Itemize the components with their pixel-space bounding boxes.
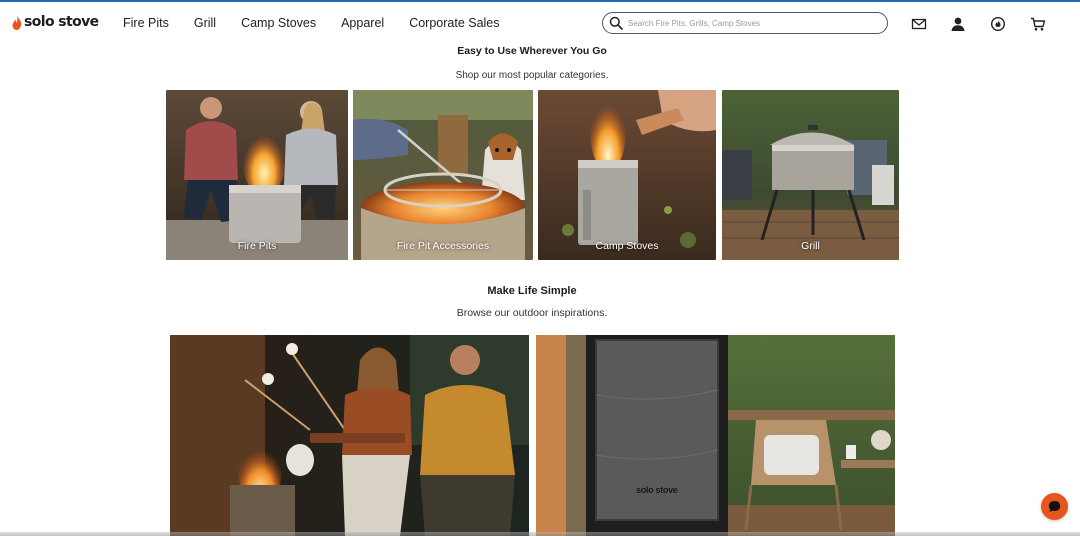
tile-label-camp-stoves: Camp Stoves (595, 240, 659, 252)
mail-icon[interactable] (911, 16, 927, 32)
tile-label-fire-pits: Fire Pits (237, 240, 277, 252)
window-bottom-edge (0, 532, 1080, 536)
logo-text: solo stove (24, 14, 99, 30)
blanket-on-deck-image (536, 335, 895, 536)
account-icon[interactable] (950, 16, 966, 32)
solo-stove-logo[interactable]: solo stove (12, 14, 99, 30)
inspiration-title: Make Life Simple (487, 285, 577, 297)
fire-pits-image (166, 90, 348, 260)
nav-apparel[interactable]: Apparel (341, 16, 384, 30)
inspiration-image-couple-fire[interactable] (170, 335, 529, 536)
blanket-brand-mark: solo stove (636, 485, 678, 495)
main-nav: Fire Pits Grill Camp Stoves Apparel Corp… (123, 16, 525, 30)
search-box[interactable] (602, 12, 888, 34)
category-tile-fire-pit-accessories[interactable]: Fire Pit Accessories (353, 90, 533, 260)
inspiration-subtitle: Browse our outdoor inspirations. (456, 307, 608, 319)
search-input[interactable] (628, 16, 878, 30)
category-tile-grill[interactable]: Grill (722, 90, 899, 260)
category-tile-camp-stoves[interactable]: Camp Stoves (538, 90, 716, 260)
chat-bubble-icon (1048, 501, 1061, 512)
flame-logo-icon (12, 14, 22, 30)
nav-camp-stoves[interactable]: Camp Stoves (241, 16, 316, 30)
tile-label-fire-pit-accessories: Fire Pit Accessories (396, 240, 490, 252)
camp-stoves-image (538, 90, 716, 260)
category-tile-fire-pits[interactable]: Fire Pits (166, 90, 348, 260)
fire-pit-accessories-image (353, 90, 533, 260)
couple-at-fire-image (170, 335, 529, 536)
categories-title: Easy to Use Wherever You Go (457, 45, 607, 57)
cart-icon[interactable] (1030, 16, 1046, 32)
site-header: solo stove Fire Pits Grill Camp Stoves A… (0, 2, 1080, 44)
grill-image (722, 90, 899, 260)
inspiration-image-blanket-deck[interactable]: solo stove (536, 335, 895, 536)
categories-subtitle: Shop our most popular categories. (455, 70, 609, 81)
nav-fire-pits[interactable]: Fire Pits (123, 16, 169, 30)
nav-grill[interactable]: Grill (194, 16, 216, 30)
nav-corporate-sales[interactable]: Corporate Sales (409, 16, 499, 30)
solo-stove-rewards-icon[interactable] (990, 16, 1006, 32)
search-icon[interactable] (609, 16, 623, 30)
tile-label-grill: Grill (801, 240, 820, 252)
chat-button[interactable] (1041, 493, 1068, 520)
